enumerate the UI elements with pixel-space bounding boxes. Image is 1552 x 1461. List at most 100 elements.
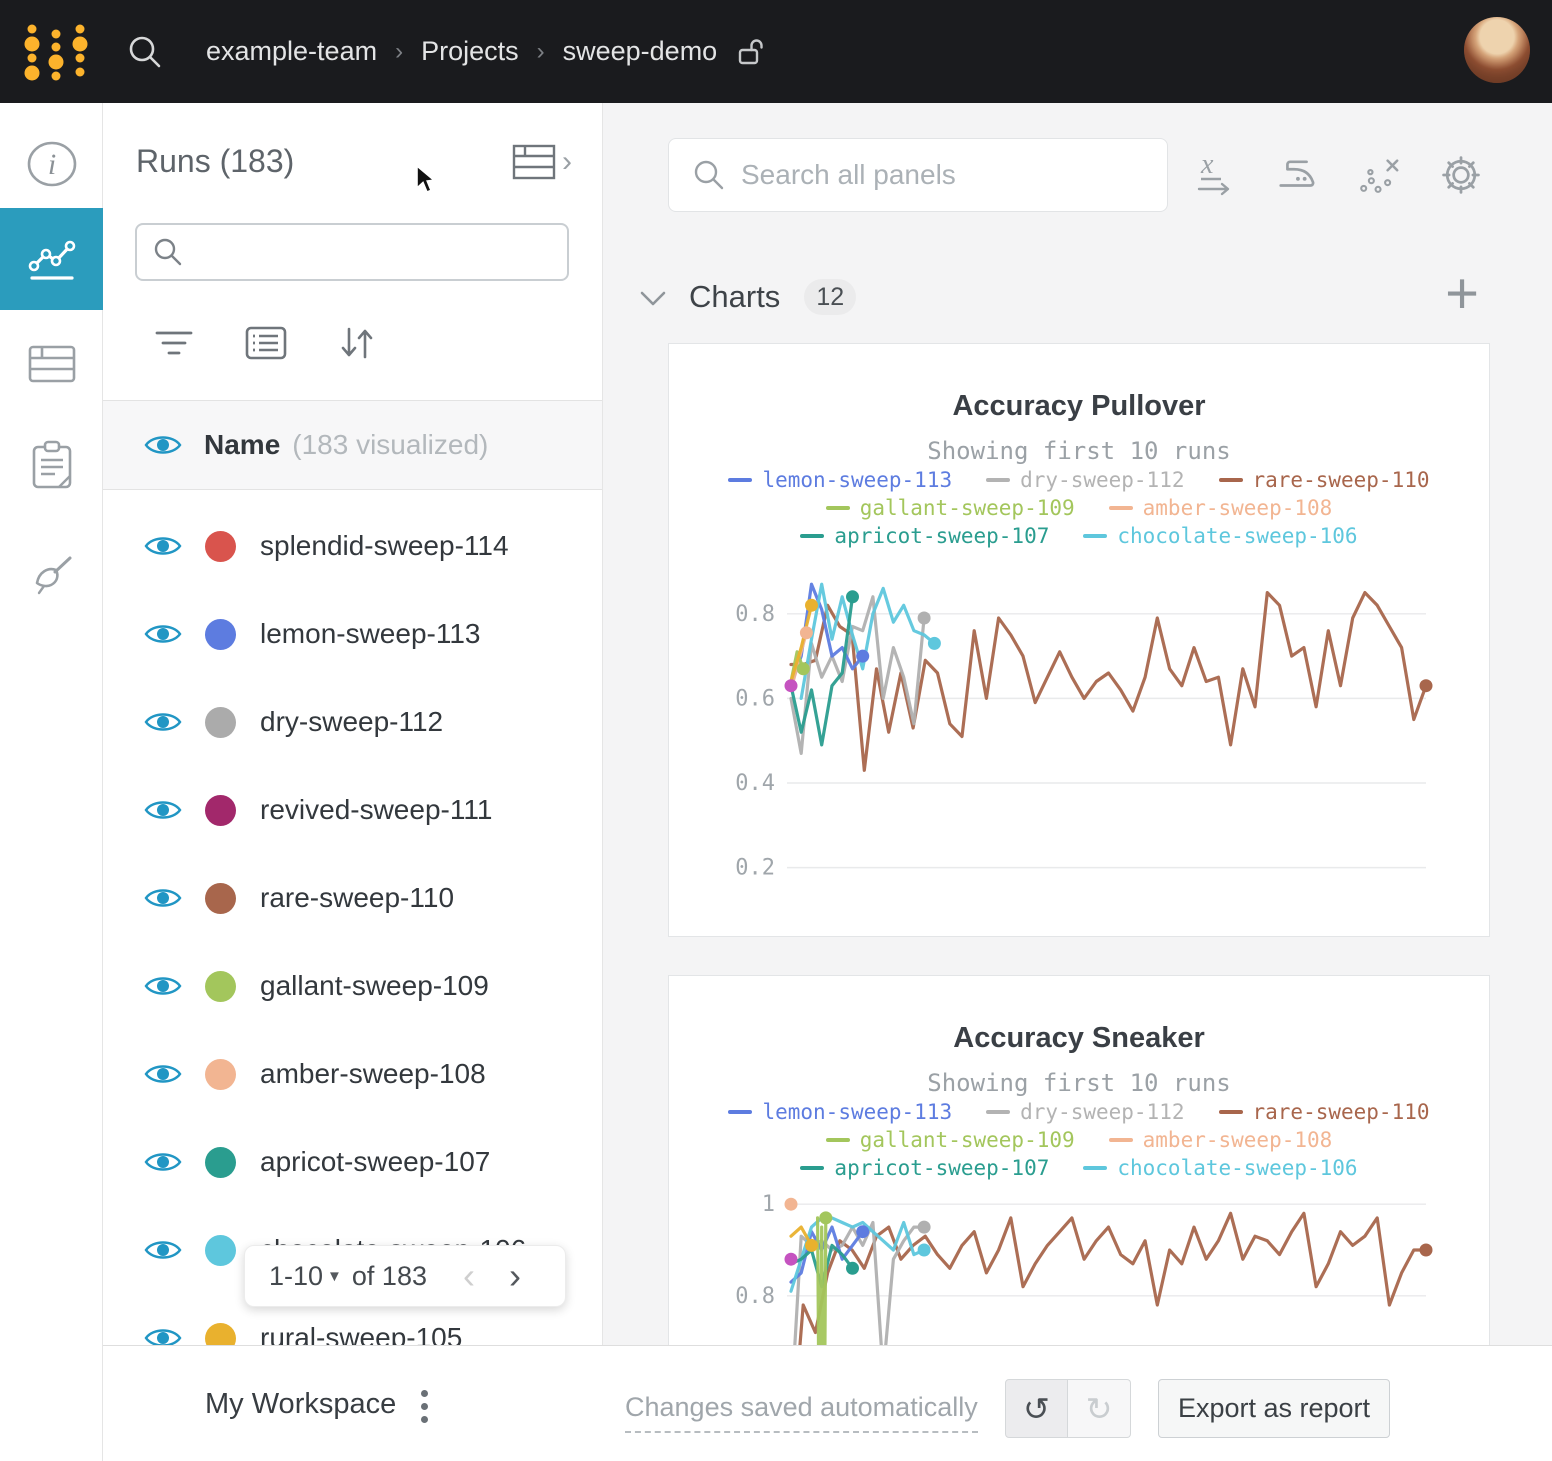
run-name[interactable]: lemon-sweep-113 <box>260 618 481 650</box>
run-name[interactable]: rare-sweep-110 <box>260 882 454 914</box>
legend-label: gallant-sweep-109 <box>860 495 1075 521</box>
sort-icon[interactable] <box>337 325 377 361</box>
gear-icon[interactable] <box>1439 151 1483 199</box>
notes-icon <box>29 440 75 492</box>
chart-plot-area[interactable]: 10.80.6 <box>669 1187 1489 1345</box>
legend-dash-icon <box>1219 478 1243 482</box>
legend-item[interactable]: dry-sweep-112 <box>986 467 1184 493</box>
pagination-prev-button[interactable]: ‹ <box>463 1261 475 1291</box>
chart-panel[interactable]: Accuracy PulloverShowing first 10 runsle… <box>668 343 1490 937</box>
legend-label: dry-sweep-112 <box>1020 467 1184 493</box>
info-icon: i <box>26 138 78 190</box>
run-name[interactable]: apricot-sweep-107 <box>260 1146 490 1178</box>
eye-icon[interactable] <box>144 1237 182 1263</box>
legend-dash-icon <box>800 534 824 538</box>
legend-item[interactable]: apricot-sweep-107 <box>800 1155 1049 1181</box>
wandb-logo[interactable] <box>22 21 92 83</box>
undo-button[interactable]: ↺ <box>1005 1379 1068 1438</box>
run-name[interactable]: amber-sweep-108 <box>260 1058 486 1090</box>
runs-search-box <box>135 223 569 281</box>
legend-item[interactable]: apricot-sweep-107 <box>800 523 1049 549</box>
avatar[interactable] <box>1464 17 1530 83</box>
y-axis-tick-label: 0.2 <box>735 856 775 881</box>
charts-section-header: Charts 12 + <box>639 271 1519 323</box>
eye-icon[interactable] <box>144 1061 182 1087</box>
expand-runs-table-button[interactable]: › <box>512 144 572 180</box>
legend-item[interactable]: gallant-sweep-109 <box>826 495 1075 521</box>
breadcrumb-team[interactable]: example-team <box>206 36 377 67</box>
smoothing-iron-icon[interactable] <box>1275 151 1319 199</box>
legend-item[interactable]: lemon-sweep-113 <box>728 467 952 493</box>
pagination-caret-icon[interactable]: ▼ <box>327 1268 342 1285</box>
pagination-range[interactable]: 1-10 <box>269 1261 323 1292</box>
chart-legend-row: gallant-sweep-109 amber-sweep-108 <box>669 495 1489 521</box>
add-panel-button[interactable]: + <box>1445 265 1479 323</box>
chart-legend-row: apricot-sweep-107 chocolate-sweep-106 <box>669 523 1489 549</box>
filter-icon[interactable] <box>153 327 195 359</box>
export-report-button[interactable]: Export as report <box>1158 1379 1390 1438</box>
chevron-down-icon[interactable] <box>639 290 667 308</box>
y-axis-tick-label: 0.8 <box>735 602 775 627</box>
eye-icon[interactable] <box>144 709 182 735</box>
legend-label: apricot-sweep-107 <box>834 1155 1049 1181</box>
eye-icon[interactable] <box>144 1325 182 1345</box>
eye-icon[interactable] <box>144 797 182 823</box>
legend-item[interactable]: lemon-sweep-113 <box>728 1099 952 1125</box>
list-settings-icon[interactable] <box>245 326 287 360</box>
workspace-main: x <box>603 103 1552 1345</box>
sidebar-item-table[interactable] <box>0 313 103 415</box>
legend-item[interactable]: rare-sweep-110 <box>1219 1099 1430 1125</box>
run-name[interactable]: revived-sweep-111 <box>260 794 492 826</box>
chart-plot-area[interactable]: 0.80.60.40.2 <box>669 555 1489 927</box>
eye-icon[interactable] <box>144 973 182 999</box>
run-color-dot <box>205 707 236 738</box>
chart-panel[interactable]: Accuracy SneakerShowing first 10 runslem… <box>668 975 1490 1345</box>
runs-search-input[interactable] <box>195 237 555 268</box>
workspace-name[interactable]: My Workspace <box>205 1388 396 1421</box>
legend-item[interactable]: rare-sweep-110 <box>1219 467 1430 493</box>
legend-label: amber-sweep-108 <box>1143 495 1333 521</box>
runs-header-name[interactable]: Name <box>204 429 280 461</box>
eye-icon[interactable] <box>144 885 182 911</box>
runs-list: splendid-sweep-114 lemon-sweep-113 dry-s… <box>103 492 603 1345</box>
run-row: dry-sweep-112 <box>103 678 603 766</box>
legend-item[interactable]: dry-sweep-112 <box>986 1099 1184 1125</box>
panel-search-input[interactable] <box>741 159 1141 191</box>
run-name[interactable]: dry-sweep-112 <box>260 706 443 738</box>
workspace-settings-toolbar: x <box>1193 151 1493 199</box>
run-name[interactable]: splendid-sweep-114 <box>260 530 509 562</box>
run-name[interactable]: rural-sweep-105 <box>260 1322 462 1345</box>
eye-icon[interactable] <box>144 432 182 458</box>
sidebar-item-sweeps[interactable] <box>0 525 103 627</box>
breadcrumb-projects[interactable]: Projects <box>421 36 519 67</box>
run-row: revived-sweep-111 <box>103 766 603 854</box>
chart-title: Accuracy Sneaker <box>669 1022 1489 1055</box>
sidebar-item-overview[interactable]: i <box>0 113 103 215</box>
legend-item[interactable]: chocolate-sweep-106 <box>1083 523 1357 549</box>
run-color-dot <box>205 1059 236 1090</box>
run-name[interactable]: gallant-sweep-109 <box>260 970 489 1002</box>
runs-pagination: 1-10 ▼ of 183 ‹ › <box>244 1245 566 1307</box>
legend-item[interactable]: gallant-sweep-109 <box>826 1127 1075 1153</box>
eye-icon[interactable] <box>144 533 182 559</box>
kebab-menu-icon[interactable] <box>421 1384 429 1429</box>
pagination-total: of 183 <box>352 1261 427 1292</box>
legend-item[interactable]: amber-sweep-108 <box>1109 495 1333 521</box>
charts-section-label[interactable]: Charts <box>689 279 780 315</box>
pagination-next-button[interactable]: › <box>509 1261 521 1291</box>
legend-dash-icon <box>986 478 1010 482</box>
eye-icon[interactable] <box>144 621 182 647</box>
legend-dash-icon <box>1109 506 1133 510</box>
legend-item[interactable]: amber-sweep-108 <box>1109 1127 1333 1153</box>
breadcrumb-project[interactable]: sweep-demo <box>563 36 718 67</box>
chart-subtitle: Showing first 10 runs <box>669 437 1489 465</box>
outliers-icon[interactable] <box>1357 151 1401 199</box>
sidebar-item-charts[interactable] <box>0 208 103 310</box>
x-axis-settings-icon[interactable]: x <box>1193 151 1237 199</box>
legend-dash-icon <box>1219 1110 1243 1114</box>
search-icon[interactable] <box>126 33 164 71</box>
eye-icon[interactable] <box>144 1149 182 1175</box>
run-row: splendid-sweep-114 <box>103 502 603 590</box>
sidebar-item-notes[interactable] <box>0 415 103 517</box>
legend-item[interactable]: chocolate-sweep-106 <box>1083 1155 1357 1181</box>
